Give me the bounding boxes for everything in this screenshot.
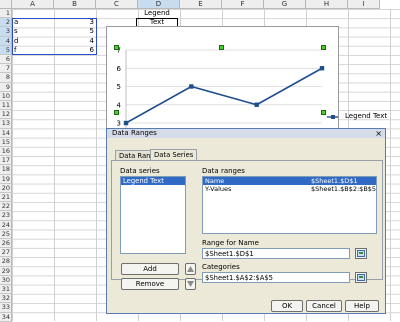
row-header-31[interactable]: 31 [0, 285, 12, 295]
row-header-20[interactable]: 20 [0, 183, 12, 193]
column-header-c[interactable]: C [96, 0, 138, 9]
y-tick-label: 5 [117, 83, 121, 91]
row-header-3[interactable]: 3 [0, 27, 12, 37]
help-button[interactable]: Help [345, 300, 379, 312]
move-up-button[interactable] [185, 263, 196, 275]
add-button[interactable]: Add [121, 263, 179, 275]
legend-label: Legend Text [345, 112, 388, 120]
data-ranges-list[interactable]: Name $Sheet1.$D$1 Y-Values $Sheet1.$B$2:… [202, 176, 377, 234]
row-header-10[interactable]: 10 [0, 91, 12, 101]
column-header-e[interactable]: E [180, 0, 222, 9]
series-line[interactable] [125, 67, 323, 124]
close-icon[interactable]: × [375, 129, 382, 138]
row-header-26[interactable]: 26 [0, 239, 12, 249]
row-header-25[interactable]: 25 [0, 229, 12, 239]
resize-handle-l[interactable] [114, 110, 119, 115]
row-header-9[interactable]: 9 [0, 82, 12, 92]
column-header-i[interactable]: I [348, 0, 380, 9]
row-header-32[interactable]: 32 [0, 294, 12, 304]
row-header-8[interactable]: 8 [0, 73, 12, 83]
row-header-28[interactable]: 28 [0, 257, 12, 267]
row-header-30[interactable]: 30 [0, 275, 12, 285]
row-header-29[interactable]: 29 [0, 266, 12, 276]
row-header-19[interactable]: 19 [0, 174, 12, 184]
range-row-value: $Sheet1.$D$1 [311, 177, 358, 185]
row-header-23[interactable]: 23 [0, 211, 12, 221]
dialog-title-bar[interactable]: Data Ranges × [107, 129, 385, 138]
series-item[interactable]: Legend Text [121, 177, 185, 185]
shrink-categories-button[interactable] [355, 272, 367, 283]
data-point[interactable] [123, 120, 129, 126]
spreadsheet: ABCDEFGHI 1 2 3 4 5 6 7 8 9 10 11 12 13 14 15 16 17 18 19 2… [0, 0, 400, 322]
row-header-4[interactable]: 4 [0, 36, 12, 46]
select-all-corner[interactable] [0, 0, 12, 9]
tab-data-series[interactable]: Data Series [150, 149, 198, 160]
data-series-label: Data series [120, 167, 160, 175]
row-header-13[interactable]: 13 [0, 119, 12, 129]
data-ranges-dialog: Data Ranges × Data Range Data Series Dat… [106, 128, 386, 314]
data-point[interactable] [254, 102, 259, 107]
ok-button[interactable]: OK [271, 300, 303, 312]
categories-input[interactable]: $Sheet1.$A$2:$A$5 [202, 272, 350, 283]
range-row-label: Name [205, 177, 225, 185]
shrink-icon [357, 274, 365, 281]
data-point[interactable] [319, 66, 325, 71]
row-header-15[interactable]: 15 [0, 137, 12, 147]
column-header-d[interactable]: D [138, 0, 180, 9]
range-row-yvalues[interactable]: Y-Values $Sheet1.$B$2:$B$5 [203, 185, 376, 193]
data-point[interactable] [189, 84, 194, 89]
resize-handle-tr[interactable] [321, 45, 326, 50]
row-header-1[interactable]: 1 [0, 9, 12, 19]
row-header-18[interactable]: 18 [0, 165, 12, 175]
row-header-34[interactable]: 34 [0, 312, 12, 322]
range-row-label: Y-Values [205, 185, 232, 193]
row-header-16[interactable]: 16 [0, 147, 12, 157]
categories-label: Categories [202, 263, 240, 271]
row-header-11[interactable]: 11 [0, 101, 12, 111]
row-header-5[interactable]: 5 [0, 45, 12, 55]
remove-button[interactable]: Remove [121, 278, 179, 290]
legend-marker [331, 115, 335, 119]
row-header-12[interactable]: 12 [0, 110, 12, 120]
cell-d1[interactable]: Legend Text [136, 9, 178, 26]
column-header-a[interactable]: A [12, 0, 54, 9]
row-header-21[interactable]: 21 [0, 193, 12, 203]
data-series-list[interactable]: Legend Text [120, 176, 186, 254]
row-header-33[interactable]: 33 [0, 303, 12, 313]
arrow-up-icon [187, 266, 194, 272]
data-selection-outline [12, 18, 97, 55]
move-down-button[interactable] [185, 278, 196, 290]
row-header-7[interactable]: 7 [0, 64, 12, 74]
y-tick-label: 4 [117, 101, 122, 109]
row-header-6[interactable]: 6 [0, 55, 12, 65]
resize-handle-tl[interactable] [114, 45, 119, 50]
column-header-h[interactable]: H [306, 0, 348, 9]
cancel-button[interactable]: Cancel [306, 300, 342, 312]
resize-handle-r[interactable] [321, 110, 326, 115]
row-header-2[interactable]: 2 [0, 18, 12, 28]
resize-handle-t[interactable] [219, 45, 224, 50]
column-header-f[interactable]: F [222, 0, 264, 9]
y-tick-label: 3 [117, 120, 121, 128]
range-for-name-label: Range for Name [202, 239, 259, 247]
shrink-range-button[interactable] [355, 248, 367, 259]
row-header-14[interactable]: 14 [0, 128, 12, 138]
range-row-name[interactable]: Name $Sheet1.$D$1 [203, 177, 376, 185]
row-header-17[interactable]: 17 [0, 156, 12, 166]
row-header-27[interactable]: 27 [0, 248, 12, 258]
row-header-24[interactable]: 24 [0, 220, 12, 230]
y-tick-label: 6 [117, 65, 122, 73]
data-ranges-label: Data ranges [202, 167, 245, 175]
column-header-g[interactable]: G [264, 0, 306, 9]
row-header-22[interactable]: 22 [0, 202, 12, 212]
shrink-icon [357, 250, 365, 257]
range-row-value: $Sheet1.$B$2:$B$5 [311, 185, 377, 193]
dialog-title: Data Ranges [112, 129, 157, 137]
arrow-down-icon [187, 281, 194, 287]
column-header-b[interactable]: B [54, 0, 96, 9]
range-for-name-input[interactable]: $Sheet1.$D$1 [202, 248, 350, 259]
